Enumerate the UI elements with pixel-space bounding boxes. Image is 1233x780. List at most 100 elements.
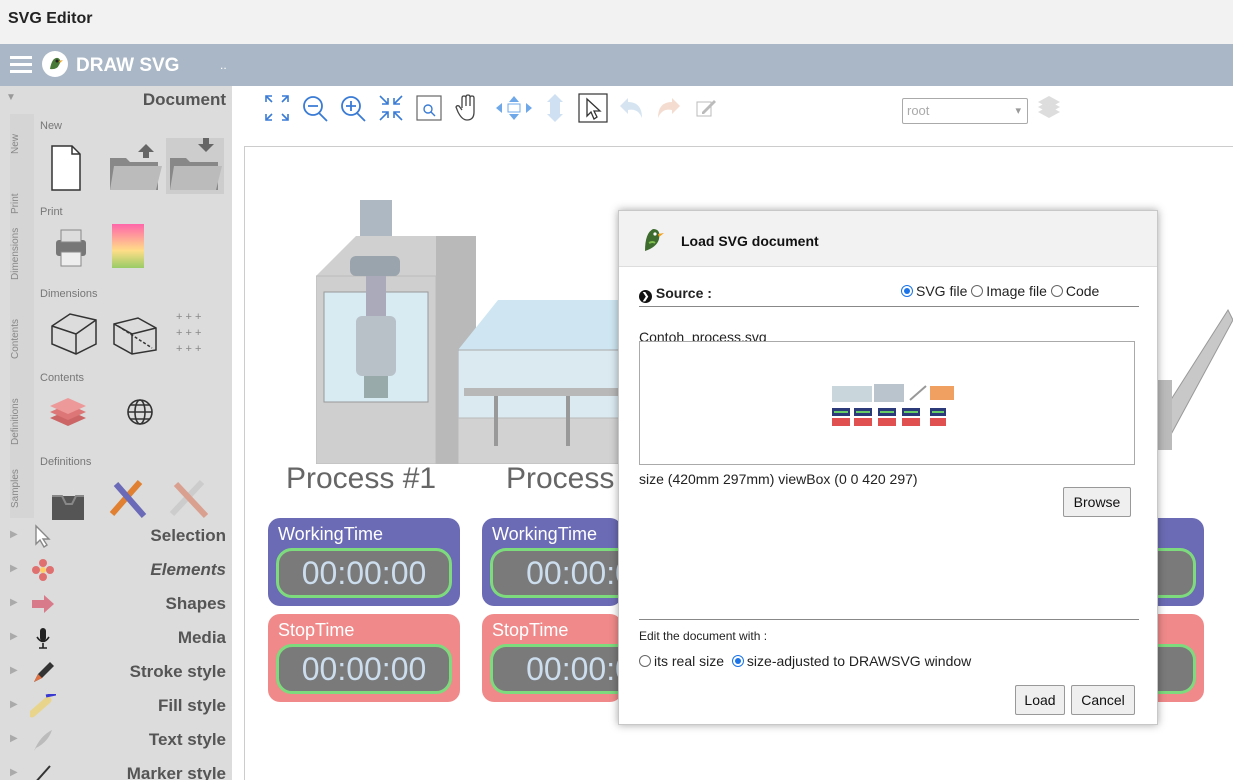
source-image-radio[interactable] [971,285,984,297]
move-arrows-icon[interactable] [494,92,534,124]
menu-label: Stroke style [129,662,226,681]
chevron-down-icon: ▾ [1015,105,1021,117]
timer-display: 00:00:00 [276,644,452,694]
cancel-button[interactable]: Cancel [1071,685,1135,715]
preview-box [639,341,1135,465]
vertical-move-icon[interactable] [540,92,570,124]
stop-time-card: StopTime 00:00:00 [268,614,460,702]
source-label: Source : [655,285,712,301]
printer-icon [56,229,86,267]
menu-marker-style[interactable]: ▶ Marker style [8,758,226,780]
brand-name: DRAW SVG [76,55,180,76]
menu-shapes[interactable]: ▶ Shapes [8,588,226,620]
real-size-radio[interactable] [639,655,651,667]
size-info: size (420mm 297mm) viewBox (0 0 420 297) [639,471,918,487]
expand-arrow-icon: ▶ [10,529,18,540]
edit-option-label: its real size [654,653,725,669]
redo-icon[interactable] [654,92,684,124]
card-title: WorkingTime [278,524,384,544]
grid-dots-icon: + + + + + + + + + [176,311,201,355]
document-thumbnail [832,384,954,426]
machine-illustration [315,196,476,465]
zoom-out-icon[interactable] [300,92,330,124]
menu-fill-style[interactable]: ▶ Fill style [8,690,226,722]
menu-label: Media [177,628,226,647]
expand-arrow-icon: ▶ [10,733,18,744]
menu-media[interactable]: ▶ Media [8,622,226,654]
divider [639,306,1139,307]
edit-element-icon[interactable] [694,92,718,124]
source-option-label: Image file [986,283,1047,299]
vtab-definitions[interactable]: Definitions [10,382,34,462]
expand-arrow-icon: ▶ [10,699,18,710]
conveyor-illustration [457,300,621,465]
element-select[interactable]: root ▾ [902,98,1028,124]
new-document-icon [51,145,81,191]
select-tool-icon[interactable] [578,92,608,124]
zoom-area-icon[interactable] [414,92,444,124]
layers-stack-icon[interactable] [1034,92,1064,124]
menu-label: Elements [150,560,226,579]
svg-text:+ + +: + + + [176,327,201,339]
load-button[interactable]: Load [1015,685,1065,715]
timer-display: 00:00:00 [276,548,452,598]
inbox-icon [52,495,84,520]
section-definitions: Definitions [40,456,92,468]
undo-icon[interactable] [616,92,646,124]
source-svg-radio[interactable] [901,285,913,297]
app-title: SVG Editor [8,10,93,27]
collapse-arrow-icon[interactable]: ▼ [6,92,16,103]
vtab-contents[interactable]: Contents [10,304,34,374]
wrench-icon [169,479,209,519]
globe-icon [127,399,153,425]
ramp-illustration [1157,300,1233,460]
menu-label: Shapes [165,594,226,613]
source-code-radio[interactable] [1050,285,1063,297]
menu-elements[interactable]: ▶ Elements [8,554,226,586]
edit-label: Edit the document with : [639,629,768,643]
divider [639,619,1139,620]
stop-time-card-partial [1152,614,1204,702]
menu-selection[interactable]: ▶ Selection [8,520,226,552]
card-title: StopTime [492,620,569,640]
feather-icon [30,728,56,752]
zoom-fit-icon[interactable] [376,92,406,124]
pan-hand-icon[interactable] [452,92,482,124]
expand-arrow-icon: ▶ [10,767,18,778]
working-time-card-partial [1152,518,1204,606]
element-select-value: root [907,103,930,118]
menu-text-style[interactable]: ▶ Text style [8,724,226,756]
section-print: Print [40,206,63,218]
paint-roller-icon [28,692,57,718]
browse-button[interactable]: Browse [1063,487,1131,517]
process-label: Process [506,462,615,495]
source-option-label: SVG file [916,283,968,299]
arrow-shape-icon [30,592,56,616]
hamburger-icon[interactable] [10,53,32,73]
contents-tools [48,390,158,436]
vtab-new[interactable]: New [10,124,34,164]
box-dimensions-icon [51,313,97,355]
fit-page-icon[interactable] [262,92,292,124]
expand-arrow-icon: ▶ [10,597,18,608]
bird-logo-icon [42,51,68,77]
definitions-tools [48,474,228,520]
bird-logo-icon [639,223,665,258]
pen-icon [30,660,56,684]
menu-stroke-style[interactable]: ▶ Stroke style [8,656,226,688]
vtab-dimensions[interactable]: Dimensions [10,214,34,294]
print-preview-icon [112,224,144,268]
tools-icon [109,480,147,518]
zoom-in-icon[interactable] [338,92,368,124]
svg-text:+ + +: + + + [176,343,201,355]
size-adjusted-radio[interactable] [731,655,744,667]
load-svg-dialog: Load SVG document ❯ Source : SVG file Im… [618,210,1158,725]
vtab-samples[interactable]: Samples [10,464,34,514]
section-contents: Contents [40,372,85,384]
expand-arrow-icon: ▶ [10,665,18,676]
dialog-title: Load SVG document [681,233,819,249]
expand-arrow-icon: ▶ [10,563,18,574]
source-option-label: Code [1065,283,1100,299]
expand-arrow-icon: ▶ [10,631,18,642]
new-tools [46,138,226,194]
